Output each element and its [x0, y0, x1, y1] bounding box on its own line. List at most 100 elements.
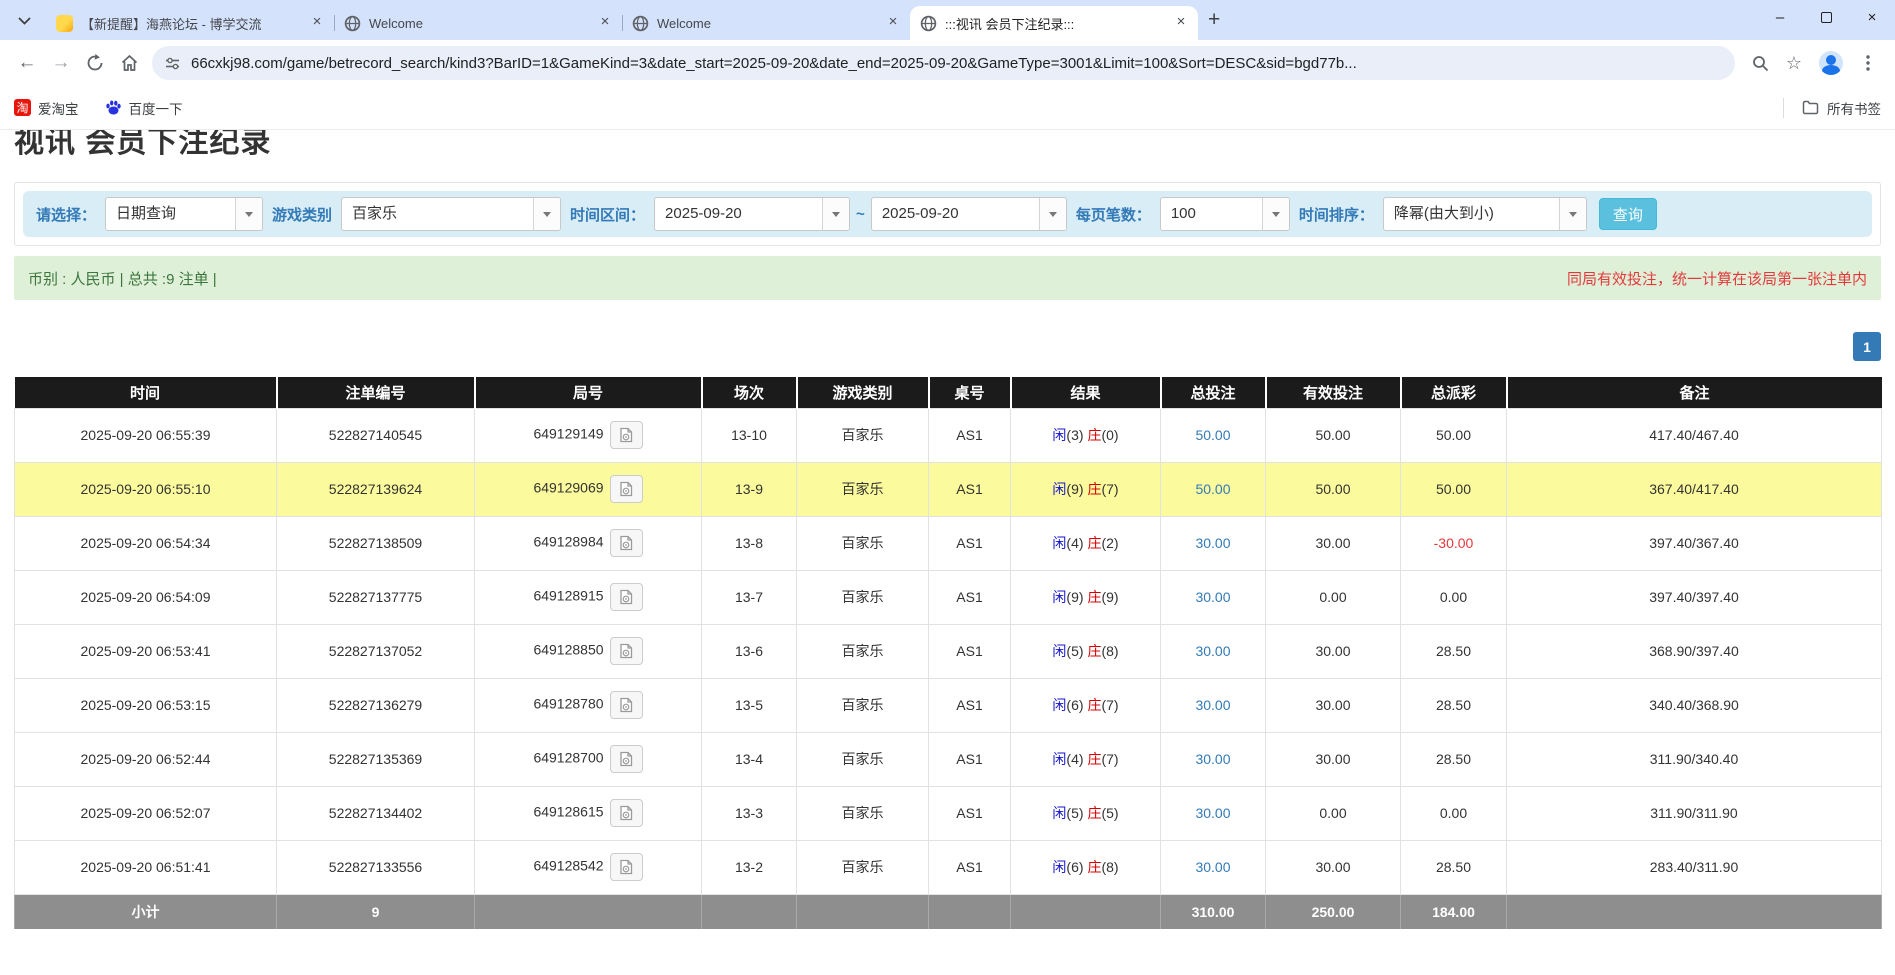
cell-total-bet-link[interactable]: 30.00	[1161, 678, 1266, 732]
cell-valid-bet: 50.00	[1266, 462, 1401, 516]
game-type-select[interactable]: 百家乐	[341, 197, 561, 231]
table-row: 2025-09-20 06:53:15 522827136279 6491287…	[15, 678, 1882, 732]
tab-search-button[interactable]	[10, 7, 38, 35]
video-replay-button[interactable]	[610, 691, 643, 719]
new-tab-button[interactable]: +	[1208, 8, 1220, 32]
tab-welcome-1[interactable]: Welcome ×	[334, 6, 622, 40]
cell-valid-bet: 30.00	[1266, 624, 1401, 678]
cell-result: 闲(5) 庄(8)	[1011, 624, 1161, 678]
video-replay-button[interactable]	[610, 745, 643, 773]
cell-round-id: 649128542	[475, 840, 702, 894]
window-close-button[interactable]: ×	[1849, 0, 1895, 34]
bookmark-taobao[interactable]: 淘 爱淘宝	[14, 98, 79, 118]
tab-forum[interactable]: 【新提醒】海燕论坛 - 博学交流 ×	[46, 6, 334, 40]
browser-tab-strip: 【新提醒】海燕论坛 - 博学交流 × Welcome × Welcome × :…	[0, 0, 1895, 40]
cell-session: 13-4	[702, 732, 797, 786]
dropdown-arrow-icon[interactable]	[533, 198, 560, 230]
url-text[interactable]: 66cxkj98.com/game/betrecord_search/kind3…	[191, 55, 1723, 72]
page-size-label: 每页笔数：	[1076, 204, 1151, 225]
video-replay-button[interactable]	[610, 529, 643, 557]
cell-total-bet-link[interactable]: 30.00	[1161, 732, 1266, 786]
video-replay-button[interactable]	[610, 853, 643, 881]
cell-total-bet-link[interactable]: 30.00	[1161, 516, 1266, 570]
bookmark-star-button[interactable]: ☆	[1777, 46, 1811, 80]
cell-result: 闲(6) 庄(7)	[1011, 678, 1161, 732]
round-id-text: 649128700	[533, 750, 603, 766]
date-end-value: 2025-09-20	[872, 198, 1039, 230]
maximize-button[interactable]	[1803, 0, 1849, 34]
search-button[interactable]	[1743, 46, 1777, 80]
cell-valid-bet: 30.00	[1266, 678, 1401, 732]
dropdown-arrow-icon[interactable]	[235, 198, 262, 230]
cell-table-no: AS1	[929, 462, 1011, 516]
cell-table-no: AS1	[929, 840, 1011, 894]
banker-label: 庄	[1087, 643, 1101, 659]
url-bar[interactable]: 66cxkj98.com/game/betrecord_search/kind3…	[152, 46, 1735, 80]
table-row: 2025-09-20 06:55:10 522827139624 6491290…	[15, 462, 1882, 516]
dropdown-arrow-icon[interactable]	[822, 198, 849, 230]
cell-total-bet-link[interactable]: 50.00	[1161, 408, 1266, 462]
video-replay-button[interactable]	[610, 583, 643, 611]
col-table-no: 桌号	[929, 377, 1011, 408]
home-button[interactable]	[112, 46, 146, 80]
forward-button[interactable]: →	[44, 46, 78, 80]
summary-count: 9	[277, 894, 475, 929]
all-bookmarks-label: 所有书签	[1827, 98, 1881, 118]
cell-time: 2025-09-20 06:51:41	[15, 840, 277, 894]
close-tab-icon[interactable]: ×	[596, 14, 614, 32]
page-number-button[interactable]: 1	[1853, 332, 1881, 361]
site-settings-icon[interactable]	[164, 55, 181, 72]
game-type-label: 游戏类别	[272, 204, 332, 225]
cell-bet-id: 522827137052	[277, 624, 475, 678]
close-tab-icon[interactable]: ×	[884, 14, 902, 32]
profile-avatar[interactable]	[1819, 51, 1843, 75]
tab-bet-records-active[interactable]: :::视讯 会员下注纪录::: ×	[910, 6, 1198, 40]
player-score: (4)	[1066, 751, 1083, 767]
player-score: (6)	[1066, 859, 1083, 875]
dropdown-arrow-icon[interactable]	[1262, 198, 1289, 230]
cell-table-no: AS1	[929, 516, 1011, 570]
cell-total-bet-link[interactable]: 30.00	[1161, 570, 1266, 624]
banker-label: 庄	[1087, 697, 1101, 713]
minimize-button[interactable]: –	[1757, 0, 1803, 34]
banker-score: (7)	[1101, 697, 1118, 713]
tab-welcome-2[interactable]: Welcome ×	[622, 6, 910, 40]
video-file-icon	[618, 535, 635, 551]
dropdown-arrow-icon[interactable]	[1039, 198, 1066, 230]
cell-round-id: 649128984	[475, 516, 702, 570]
all-bookmarks[interactable]: 所有书签	[1783, 98, 1881, 118]
cell-round-id: 649129069	[475, 462, 702, 516]
cell-result: 闲(4) 庄(7)	[1011, 732, 1161, 786]
date-end-input[interactable]: 2025-09-20	[871, 197, 1067, 231]
cell-total-bet-link[interactable]: 30.00	[1161, 624, 1266, 678]
cell-time: 2025-09-20 06:55:10	[15, 462, 277, 516]
cell-payout: 28.50	[1401, 678, 1507, 732]
dropdown-arrow-icon[interactable]	[1559, 198, 1586, 230]
query-type-select[interactable]: 日期查询	[105, 197, 263, 231]
bet-table-footer: 小计 9 310.00 250.00 184.00 总计 9 310.00 25…	[15, 894, 1882, 929]
cell-total-bet-link[interactable]: 30.00	[1161, 840, 1266, 894]
avatar-icon	[1826, 55, 1836, 65]
video-replay-button[interactable]	[610, 637, 643, 665]
reload-button[interactable]	[78, 46, 112, 80]
query-button[interactable]: 查询	[1599, 198, 1657, 230]
video-replay-button[interactable]	[610, 475, 643, 503]
globe-icon	[632, 15, 649, 32]
cell-valid-bet: 0.00	[1266, 570, 1401, 624]
cell-total-bet-link[interactable]: 50.00	[1161, 462, 1266, 516]
back-button[interactable]: ←	[10, 46, 44, 80]
page-size-select[interactable]: 100	[1160, 197, 1290, 231]
sort-label: 时间排序：	[1299, 204, 1374, 225]
tab-title: Welcome	[657, 16, 884, 31]
close-tab-icon[interactable]: ×	[1172, 14, 1190, 32]
menu-button[interactable]	[1851, 46, 1885, 80]
video-file-icon	[618, 589, 635, 605]
summary-empty	[1507, 894, 1882, 929]
video-replay-button[interactable]	[610, 799, 643, 827]
video-replay-button[interactable]	[610, 421, 643, 449]
date-start-input[interactable]: 2025-09-20	[654, 197, 850, 231]
cell-total-bet-link[interactable]: 30.00	[1161, 786, 1266, 840]
bookmark-baidu[interactable]: 百度一下	[105, 98, 183, 118]
close-tab-icon[interactable]: ×	[308, 14, 326, 32]
sort-select[interactable]: 降幂(由大到小)	[1383, 197, 1587, 231]
